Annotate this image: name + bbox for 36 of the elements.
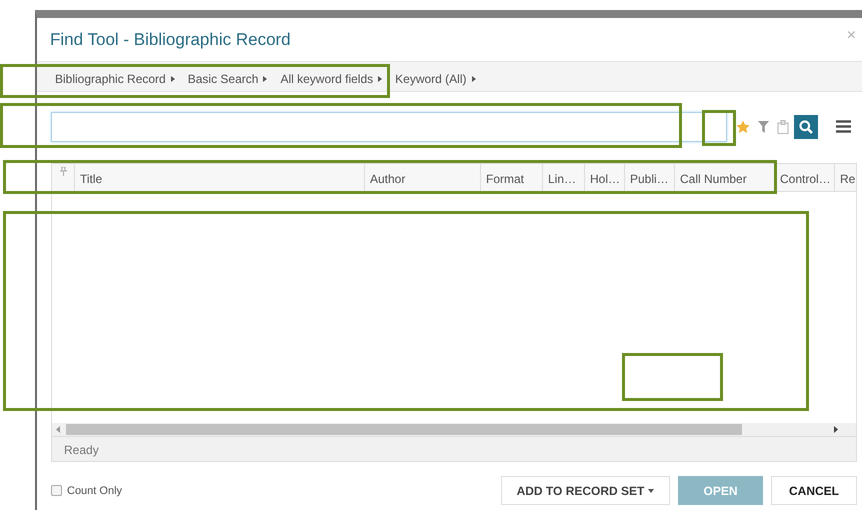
column-header[interactable]: Format [481, 164, 543, 191]
menu-icon[interactable] [836, 120, 851, 133]
breadcrumb-link[interactable]: Keyword (All) [395, 72, 466, 86]
caret-icon [648, 488, 654, 492]
star-icon[interactable] [736, 120, 750, 134]
column-header[interactable]: Title [75, 164, 365, 191]
column-header[interactable]: Publi… [625, 164, 675, 191]
caret-icon [263, 76, 268, 82]
window-title: Find Tool - Bibliographic Record [50, 30, 291, 50]
column-header[interactable]: Hol… [585, 164, 625, 191]
left-arrow-icon[interactable] [56, 426, 62, 433]
search-icon [799, 120, 813, 134]
cancel-button[interactable]: CANCEL [771, 476, 857, 505]
caret-icon [472, 76, 476, 82]
column-header[interactable]: Control… [775, 164, 835, 191]
column-header[interactable]: Call Number [675, 164, 775, 191]
add-to-record-set-button[interactable]: ADD TO RECORD SET [501, 476, 670, 505]
search-button[interactable] [794, 114, 818, 138]
filter-icon[interactable] [758, 120, 769, 132]
search-field[interactable] [51, 112, 727, 142]
breadcrumb-link[interactable]: Bibliographic Record [55, 72, 166, 86]
highlight-frame [702, 110, 736, 146]
caret-icon [170, 76, 175, 82]
checkbox[interactable] [51, 485, 62, 496]
status-text: Ready [52, 436, 856, 461]
column-header[interactable]: Lin… [543, 164, 585, 191]
horizontal-scrollbar[interactable] [52, 423, 856, 436]
checkbox-label: Count Only [67, 484, 122, 496]
right-arrow-icon[interactable] [833, 426, 839, 433]
column-header[interactable]: Re [835, 164, 856, 191]
clipboard-icon[interactable] [777, 120, 789, 134]
column-header[interactable]: Author [365, 164, 481, 191]
caret-icon [378, 76, 382, 82]
pin-icon[interactable] [60, 167, 66, 176]
breadcrumb-link[interactable]: All keyword fields [280, 72, 374, 86]
breadcrumb-link[interactable]: Basic Search [188, 72, 258, 86]
